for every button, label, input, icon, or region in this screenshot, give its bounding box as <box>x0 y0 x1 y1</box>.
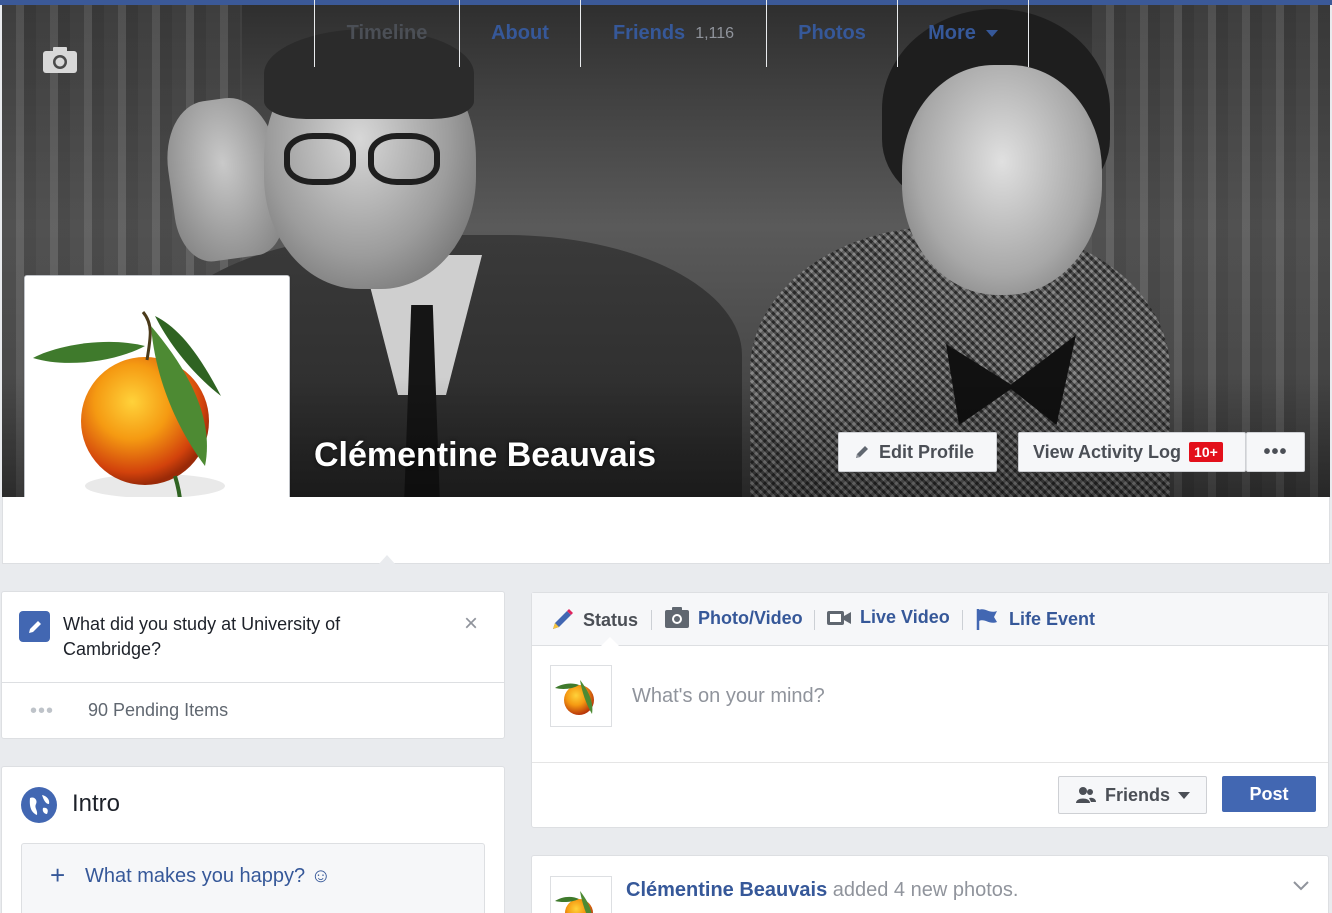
story-author-link[interactable]: Clémentine Beauvais <box>626 879 827 901</box>
chevron-down-icon <box>1178 791 1190 799</box>
tab-timeline-label: Timeline <box>346 22 428 44</box>
what-makes-you-happy-label[interactable]: What makes you happy? ☺ <box>85 865 331 888</box>
pencil-icon <box>553 609 573 629</box>
status-input[interactable]: What's on your mind? <box>632 685 825 708</box>
composer-avatar[interactable] <box>550 665 612 727</box>
view-activity-log-label: View Activity Log <box>1033 441 1182 462</box>
cover-figure-glasses-right <box>368 133 440 185</box>
tab-live-video-label: Live Video <box>860 607 950 627</box>
intro-title: Intro <box>72 790 121 817</box>
view-activity-log-button[interactable]: View Activity Log 10+ <box>1018 432 1246 472</box>
globe-icon <box>21 787 57 823</box>
tab-about[interactable]: About <box>460 0 581 67</box>
clementine-avatar-image <box>555 891 593 913</box>
story-action-text: added 4 new photos. <box>827 879 1019 901</box>
tab-friends[interactable]: Friends 1,116 <box>581 0 767 67</box>
activity-count-badge: 10+ <box>1189 442 1223 462</box>
tab-life-event[interactable]: Life Event <box>975 607 1095 631</box>
tab-more[interactable]: More <box>898 0 1029 67</box>
divider <box>532 762 1328 763</box>
tab-divider <box>962 610 963 630</box>
audience-label: Friends <box>1104 784 1170 805</box>
tab-more-label: More <box>928 22 976 44</box>
edit-profile-button[interactable]: Edit Profile <box>838 432 997 472</box>
ellipsis-icon: ••• <box>30 700 55 722</box>
friends-count: 1,116 <box>695 24 735 42</box>
ellipsis-icon: ••• <box>1263 440 1288 463</box>
plus-icon: + <box>50 860 66 890</box>
tab-status[interactable]: Status <box>549 607 638 633</box>
story-headline: Clémentine Beauvais added 4 new photos. <box>626 879 1018 902</box>
pending-items-link[interactable]: 90 Pending Items <box>88 700 228 721</box>
tab-timeline[interactable]: Timeline <box>314 0 460 67</box>
divider <box>2 682 504 683</box>
close-icon[interactable]: × <box>464 610 478 638</box>
cover-figure-glasses-left <box>284 133 356 185</box>
photo-camera-icon <box>665 607 689 628</box>
profile-name[interactable]: Clémentine Beauvais <box>314 436 656 475</box>
flag-icon <box>976 609 997 630</box>
edit-question-icon <box>19 611 50 642</box>
tab-friends-label: Friends <box>612 22 686 44</box>
tab-divider <box>814 610 815 630</box>
profile-nav-bar <box>2 497 1330 564</box>
pencil-icon <box>28 620 41 633</box>
camera-icon[interactable] <box>42 45 78 75</box>
tab-photo-video[interactable]: Photo/Video <box>664 607 803 629</box>
tab-photo-video-label: Photo/Video <box>698 607 803 628</box>
story-avatar[interactable] <box>550 876 612 913</box>
video-camera-icon <box>827 610 851 625</box>
tab-status-label: Status <box>583 609 639 630</box>
edit-profile-label: Edit Profile <box>879 441 975 462</box>
friends-icon <box>1075 787 1096 803</box>
tab-photos[interactable]: Photos <box>767 0 898 67</box>
tab-life-event-label: Life Event <box>1009 608 1096 629</box>
tab-photos-label: Photos <box>798 22 866 44</box>
clementine-avatar-image <box>555 680 594 715</box>
profile-question-text[interactable]: What did you study at University of Camb… <box>63 612 423 662</box>
post-button[interactable]: Post <box>1222 776 1316 812</box>
chevron-down-icon[interactable] <box>1290 874 1312 896</box>
cover-figure-woman-head <box>902 65 1102 295</box>
tab-about-label: About <box>491 22 549 44</box>
more-options-button[interactable]: ••• <box>1246 432 1305 472</box>
tab-live-video[interactable]: Live Video <box>826 607 950 628</box>
pencil-icon <box>856 446 868 458</box>
tab-divider <box>651 610 652 630</box>
chevron-down-icon <box>985 30 998 37</box>
audience-selector-button[interactable]: Friends <box>1058 776 1207 814</box>
